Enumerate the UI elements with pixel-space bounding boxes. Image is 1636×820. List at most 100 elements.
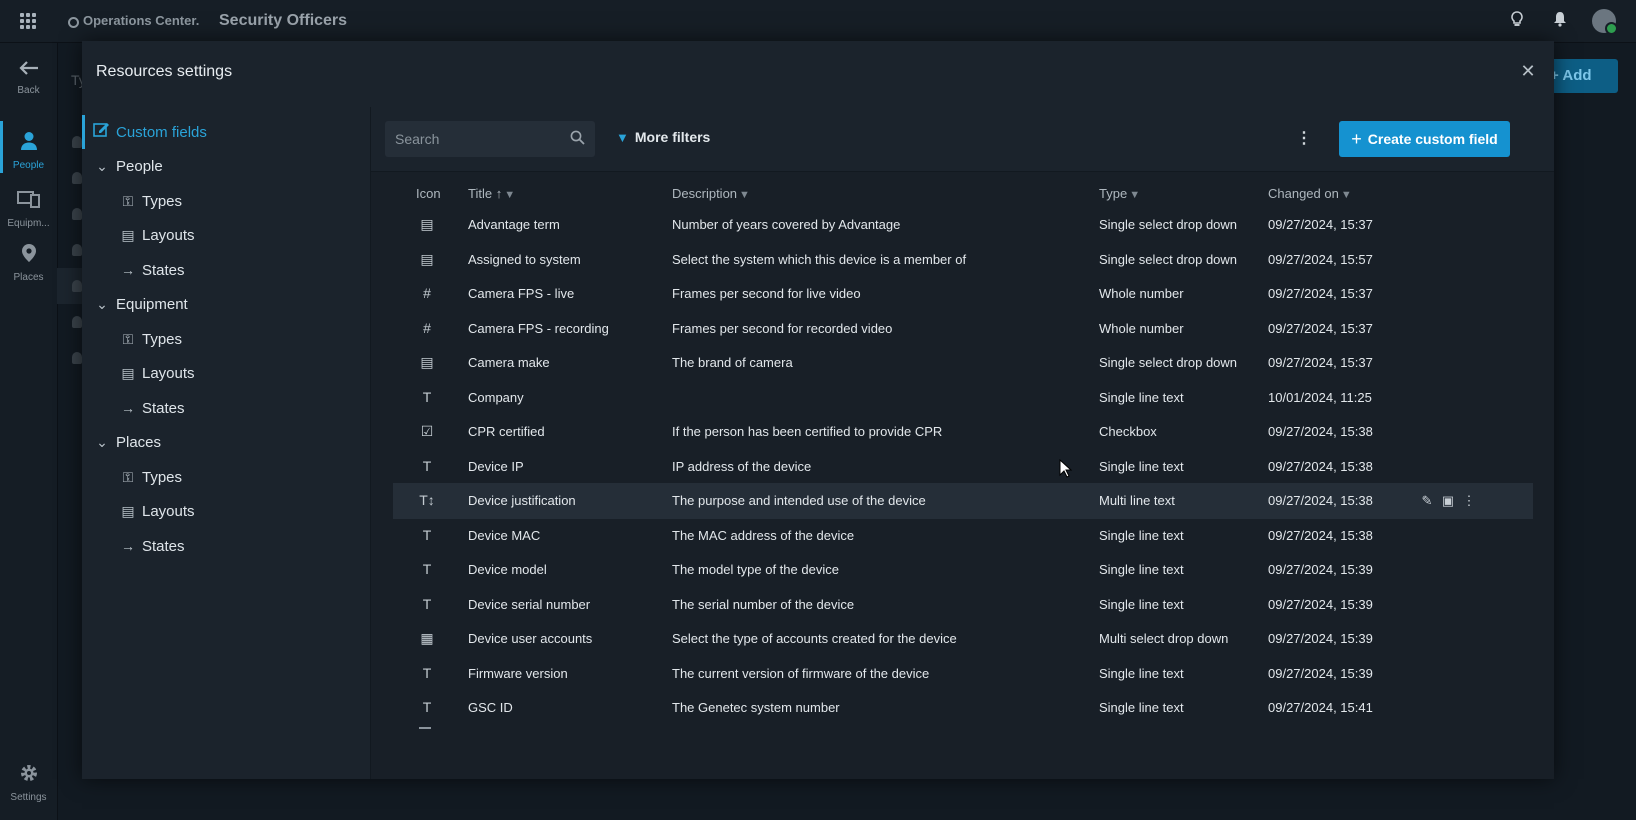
column-header-title[interactable]: Title ↑ ▼: [468, 186, 515, 201]
filter-icon[interactable]: ▼: [1341, 189, 1352, 201]
field-changed-on: 09/27/2024, 15:41: [1268, 700, 1373, 715]
tree-places-types[interactable]: ⚿ Types: [118, 462, 182, 492]
column-header-description[interactable]: Description ▼: [672, 186, 750, 201]
field-description: The purpose and intended use of the devi…: [672, 493, 926, 508]
table-row[interactable]: # Camera FPS - recording Frames per second…: [393, 311, 1533, 347]
search-input[interactable]: [385, 121, 555, 157]
tree-people-types[interactable]: ⚿ Types: [118, 186, 182, 216]
chevron-down-icon: ⌄: [96, 296, 108, 312]
table-row[interactable]: T Device MAC The MAC address of the device…: [393, 518, 1533, 554]
layout-icon: ▤: [121, 503, 135, 519]
field-title: Camera make: [468, 355, 550, 370]
tree-people-layouts[interactable]: ▤ Layouts: [118, 220, 194, 250]
tree-places-layouts[interactable]: ▤ Layouts: [118, 496, 194, 526]
field-title: Device user accounts: [468, 631, 593, 646]
field-title: Advantage term: [468, 217, 560, 232]
arrow-right-icon: →: [121, 538, 135, 554]
user-avatar[interactable]: [1592, 9, 1618, 35]
checkbox-icon: ☑: [420, 423, 434, 439]
nav-back[interactable]: Back: [0, 60, 57, 96]
gear-icon: [0, 763, 57, 789]
layout-icon: ▤: [121, 365, 135, 381]
nav-people[interactable]: People: [0, 121, 57, 173]
table-row[interactable]: T Device model The model type of the devic…: [393, 552, 1533, 588]
nav-settings[interactable]: Settings: [0, 763, 57, 803]
tree-custom-fields[interactable]: Custom fields: [92, 117, 207, 147]
field-title: CPR certified: [468, 424, 545, 439]
table-row[interactable]: ☑ CPR certified If the person has been cer…: [393, 414, 1533, 450]
tree-people-states[interactable]: → States: [118, 255, 185, 285]
archive-icon[interactable]: ▣: [1439, 493, 1457, 509]
column-header-type[interactable]: Type ▼: [1099, 186, 1140, 201]
table-row[interactable]: ▤ Camera make The brand of camera Single se…: [393, 345, 1533, 381]
field-title: Firmware version: [468, 665, 568, 681]
filter-icon[interactable]: ▼: [739, 189, 750, 201]
text-icon: T: [422, 526, 432, 543]
filter-icon[interactable]: ▼: [504, 189, 515, 201]
tree-group-equipment[interactable]: ⌄ Equipment: [92, 289, 188, 319]
types-icon: ⚿: [122, 469, 134, 485]
nav-equipment[interactable]: Equipm...: [0, 189, 57, 229]
more-filters-button[interactable]: ▼ More filters: [616, 129, 710, 145]
page-title: Security Officers: [219, 12, 348, 29]
field-description: The model type of the device: [672, 562, 839, 577]
field-title: Device serial number: [468, 596, 591, 612]
field-description: Number of years covered by Advantage: [672, 217, 901, 232]
close-icon[interactable]: ✕: [1518, 61, 1538, 81]
table-row[interactable]: T Device IP IP address of the device Single…: [393, 449, 1533, 485]
more-options-icon[interactable]: ⋮: [1460, 493, 1478, 509]
devices-icon: [0, 189, 57, 215]
nav-places[interactable]: Places: [0, 243, 57, 283]
field-changed-on: 09/27/2024, 15:39: [1268, 562, 1373, 577]
brand-logo[interactable]: Operations Center.: [68, 13, 199, 28]
person-icon: [0, 131, 57, 157]
table-row[interactable]: T↕ Device justification The purpose and in…: [393, 483, 1533, 519]
table-row[interactable]: ▤ Advantage term Number of years covered b…: [393, 207, 1533, 243]
field-type: Whole number: [1099, 286, 1184, 301]
more-options-icon[interactable]: ⋮: [1296, 129, 1312, 149]
settings-tree: Custom fields ⌄ People ⚿ Types ▤ Layouts → S…: [82, 107, 371, 779]
tree-equipment-states[interactable]: → States: [118, 393, 185, 423]
tree-group-places[interactable]: ⌄ Places: [92, 427, 161, 457]
field-type: Single line text: [1099, 665, 1184, 681]
tree-equipment-layouts[interactable]: ▤ Layouts: [118, 358, 194, 388]
field-type: Whole number: [1099, 320, 1184, 336]
field-changed-on: 09/27/2024, 15:39: [1268, 596, 1373, 612]
table-row[interactable]: T Device serial number The serial number o…: [393, 587, 1533, 623]
dropdown-icon: ▤: [420, 250, 434, 267]
field-title: Camera FPS - recording: [468, 320, 609, 336]
table-row[interactable]: T Company Single line text 10/01/2024, 11:2…: [393, 380, 1533, 416]
dialog-title: Resources settings: [96, 63, 233, 80]
tree-places-states[interactable]: → States: [118, 531, 185, 561]
text-icon: T: [422, 561, 432, 577]
table-row[interactable]: ▤ Assigned to system Select the system whi…: [393, 242, 1533, 278]
bell-icon[interactable]: [1550, 11, 1570, 31]
field-changed-on: 09/27/2024, 15:38: [1268, 527, 1373, 543]
app-launcher-icon[interactable]: [20, 13, 36, 29]
text-icon: T: [422, 664, 432, 681]
tree-equipment-types[interactable]: ⚿ Types: [118, 324, 182, 354]
field-title: Assigned to system: [468, 251, 581, 267]
lightbulb-icon[interactable]: [1507, 11, 1527, 31]
multiline-text-icon: T↕: [419, 492, 435, 508]
column-header-icon: Icon: [416, 186, 441, 201]
edit-icon[interactable]: ✎: [1418, 493, 1436, 509]
table-row[interactable]: T GSC ID The Genetec system number Single l…: [393, 690, 1533, 726]
tree-group-people[interactable]: ⌄ People: [92, 151, 163, 181]
brand-mark-icon: [68, 17, 79, 28]
table-row[interactable]: ▦ Device user accounts Select the type of …: [393, 621, 1533, 657]
next-row-icon-partial: [419, 727, 431, 729]
field-changed-on: 09/27/2024, 15:37: [1268, 320, 1373, 336]
text-icon: T: [422, 457, 432, 474]
plus-icon: +: [1351, 129, 1362, 149]
hash-icon: #: [423, 285, 431, 301]
field-type: Checkbox: [1099, 424, 1157, 439]
filter-icon[interactable]: ▼: [1129, 189, 1140, 201]
field-description: Frames per second for live video: [672, 286, 861, 301]
table-row[interactable]: T Firmware version The current version of …: [393, 656, 1533, 692]
table-row[interactable]: # Camera FPS - live Frames per second for …: [393, 276, 1533, 312]
create-custom-field-button[interactable]: + Create custom field: [1339, 121, 1510, 157]
column-header-changed-on[interactable]: Changed on ▼: [1268, 186, 1352, 201]
field-changed-on: 09/27/2024, 15:38: [1268, 424, 1373, 439]
search-icon[interactable]: [568, 130, 586, 148]
